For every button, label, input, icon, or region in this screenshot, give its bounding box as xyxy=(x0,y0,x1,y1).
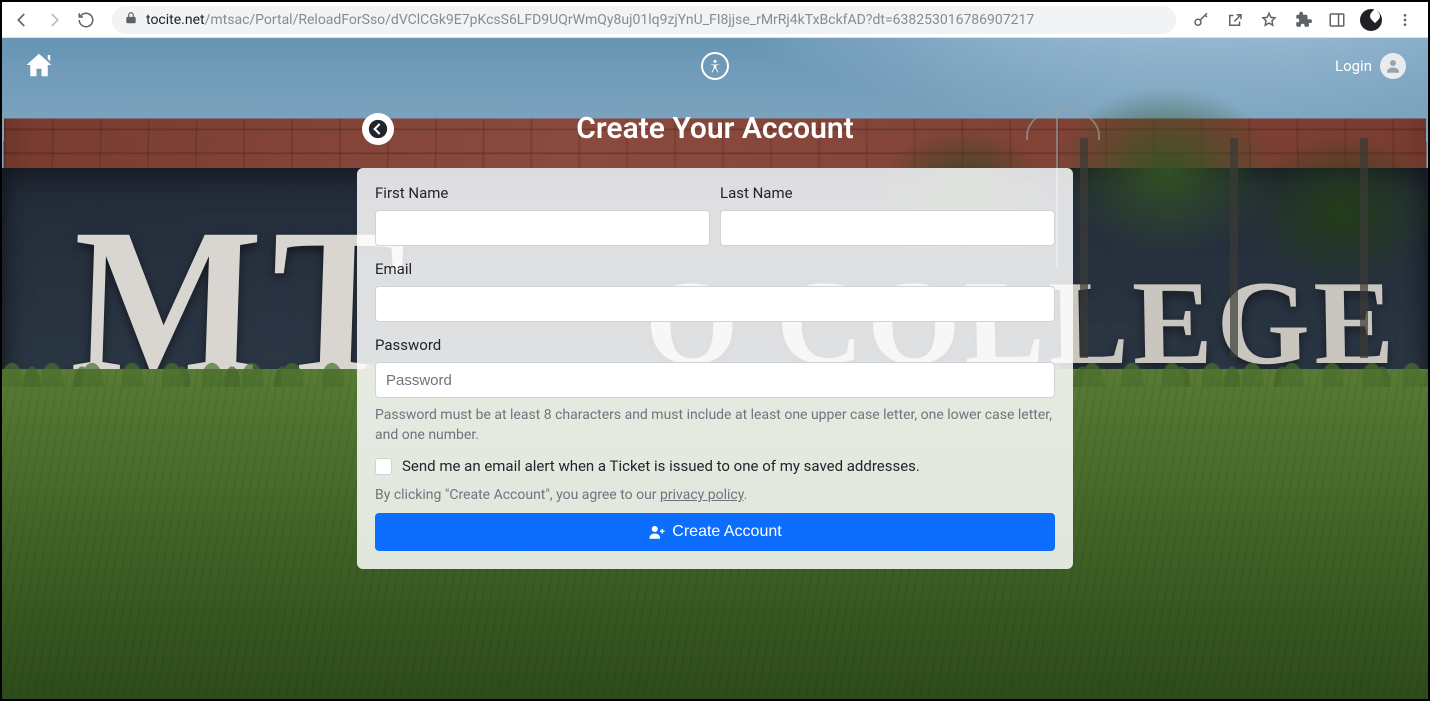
browser-toolbar: tocite.net/mtsac/Portal/ReloadForSso/dVC… xyxy=(2,2,1428,38)
bookmark-star-icon[interactable] xyxy=(1256,7,1282,33)
key-icon[interactable] xyxy=(1188,7,1214,33)
last-name-input[interactable] xyxy=(720,210,1055,246)
profile-avatar[interactable] xyxy=(1358,7,1384,33)
browser-back-button[interactable] xyxy=(8,6,36,34)
privacy-policy-link[interactable]: privacy policy xyxy=(660,487,744,503)
page-content: MT O COLLEGE Login xyxy=(2,38,1428,699)
create-account-button-label: Create Account xyxy=(672,523,781,541)
browser-reload-button[interactable] xyxy=(72,6,100,34)
address-bar[interactable]: tocite.net/mtsac/Portal/ReloadForSso/dVC… xyxy=(112,6,1176,34)
browser-menu-icon[interactable] xyxy=(1392,7,1418,33)
user-avatar-icon xyxy=(1380,53,1406,79)
lock-icon xyxy=(124,11,138,29)
back-button[interactable] xyxy=(362,113,394,145)
create-account-button[interactable]: Create Account xyxy=(375,513,1055,551)
password-help-text: Password must be at least 8 characters a… xyxy=(375,406,1055,445)
share-icon[interactable] xyxy=(1222,7,1248,33)
agree-text: By clicking "Create Account", you agree … xyxy=(375,487,1055,503)
email-alert-label: Send me an email alert when a Ticket is … xyxy=(402,457,920,475)
browser-forward-button[interactable] xyxy=(40,6,68,34)
user-plus-icon xyxy=(648,523,666,541)
email-input[interactable] xyxy=(375,286,1055,322)
login-label: Login xyxy=(1335,57,1372,75)
email-label: Email xyxy=(375,260,1055,278)
extensions-icon[interactable] xyxy=(1290,7,1316,33)
password-label: Password xyxy=(375,336,1055,354)
url-text: tocite.net/mtsac/Portal/ReloadForSso/dVC… xyxy=(146,12,1034,28)
side-panel-icon[interactable] xyxy=(1324,7,1350,33)
first-name-input[interactable] xyxy=(375,210,710,246)
create-account-card: First Name Last Name Email Password Pass… xyxy=(357,168,1073,569)
login-link[interactable]: Login xyxy=(1335,53,1406,79)
last-name-label: Last Name xyxy=(720,184,1055,202)
home-icon[interactable] xyxy=(24,50,56,82)
email-alert-checkbox[interactable] xyxy=(375,458,392,475)
password-input[interactable] xyxy=(375,362,1055,398)
first-name-label: First Name xyxy=(375,184,710,202)
page-title: Create Your Account xyxy=(355,111,1075,146)
accessibility-icon[interactable] xyxy=(701,52,729,80)
